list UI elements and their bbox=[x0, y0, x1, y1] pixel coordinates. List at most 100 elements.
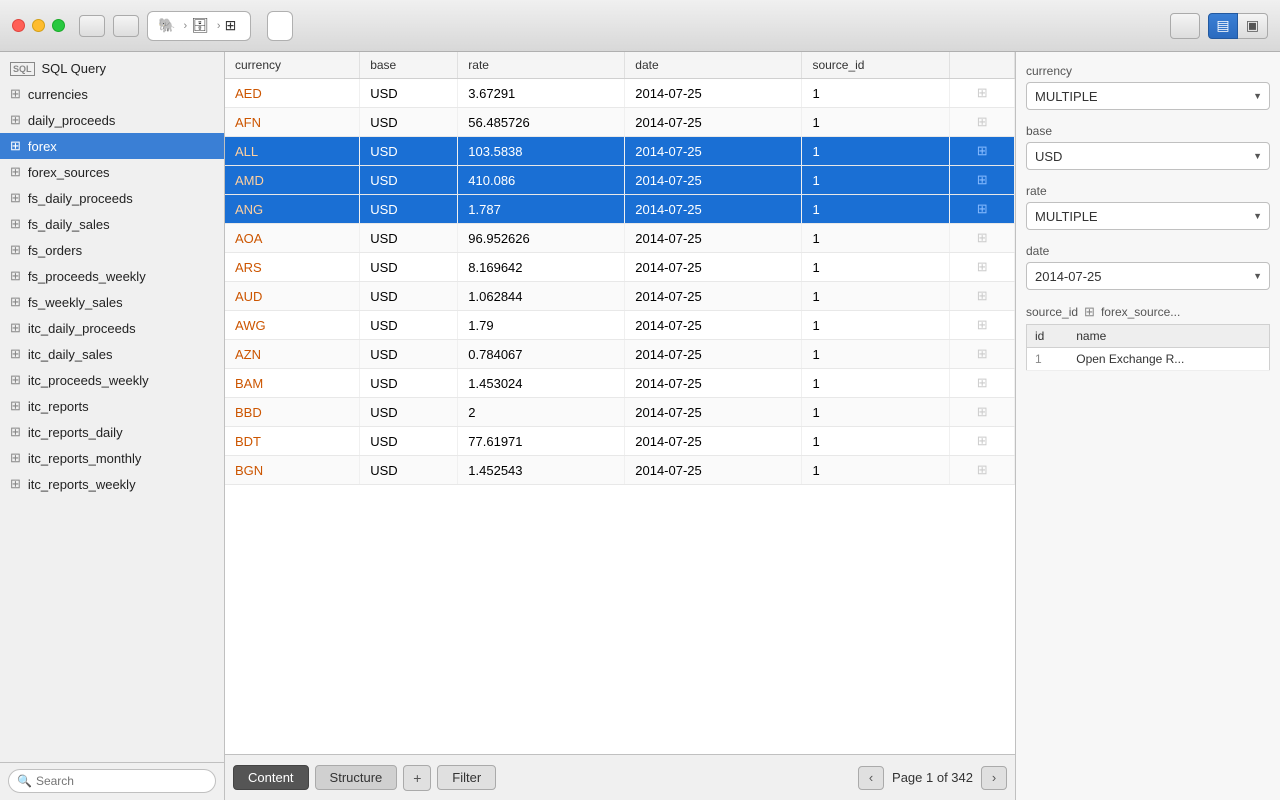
cell-date: 2014-07-25 bbox=[625, 253, 802, 282]
cell-date: 2014-07-25 bbox=[625, 224, 802, 253]
minimize-button[interactable] bbox=[32, 19, 45, 32]
sidebar-item-fs_proceeds_weekly[interactable]: ⊞fs_proceeds_weekly bbox=[0, 263, 224, 289]
table-row[interactable]: AZNUSD0.7840672014-07-251⊞ bbox=[225, 340, 1015, 369]
cell-grid-icon[interactable]: ⊞ bbox=[950, 311, 1015, 340]
table-row[interactable]: AOAUSD96.9526262014-07-251⊞ bbox=[225, 224, 1015, 253]
cell-currency: ALL bbox=[225, 137, 360, 166]
table-row[interactable]: BDTUSD77.619712014-07-251⊞ bbox=[225, 427, 1015, 456]
sidebar-view-button[interactable]: ▤ bbox=[1208, 13, 1238, 39]
cell-source_id: 1 bbox=[802, 166, 950, 195]
structure-tab[interactable]: Structure bbox=[315, 765, 398, 790]
table-row[interactable]: ARSUSD8.1696422014-07-251⊞ bbox=[225, 253, 1015, 282]
sidebar-item-fs_daily_proceeds[interactable]: ⊞fs_daily_proceeds bbox=[0, 185, 224, 211]
table-wrapper: currencybaseratedatesource_idAEDUSD3.672… bbox=[225, 52, 1015, 754]
cell-grid-icon[interactable]: ⊞ bbox=[950, 166, 1015, 195]
sidebar-item-label-12: itc_proceeds_weekly bbox=[28, 373, 149, 388]
cell-rate: 1.453024 bbox=[458, 369, 625, 398]
grid-view-icon: ⊞ bbox=[977, 404, 988, 419]
rate-filter-label: rate bbox=[1026, 184, 1270, 198]
sidebar-item-itc_reports[interactable]: ⊞itc_reports bbox=[0, 393, 224, 419]
add-row-button[interactable]: + bbox=[403, 765, 431, 791]
table-row[interactable]: BAMUSD1.4530242014-07-251⊞ bbox=[225, 369, 1015, 398]
breadcrumb-reporting[interactable]: 🐘 bbox=[158, 17, 179, 34]
prev-page-button[interactable]: ‹ bbox=[858, 766, 884, 790]
back-button[interactable] bbox=[79, 15, 105, 37]
cell-grid-icon[interactable]: ⊞ bbox=[950, 398, 1015, 427]
col-header-date: date bbox=[625, 52, 802, 79]
maximize-button[interactable] bbox=[52, 19, 65, 32]
grid-view-icon: ⊞ bbox=[977, 230, 988, 245]
filter-button[interactable]: Filter bbox=[437, 765, 496, 790]
cell-grid-icon[interactable]: ⊞ bbox=[950, 282, 1015, 311]
breadcrumb-table[interactable]: ⊞ bbox=[225, 17, 241, 34]
table-row[interactable]: BBDUSD22014-07-251⊞ bbox=[225, 398, 1015, 427]
cell-currency: AED bbox=[225, 79, 360, 108]
table-row[interactable]: ALLUSD103.58382014-07-251⊞ bbox=[225, 137, 1015, 166]
cell-grid-icon[interactable]: ⊞ bbox=[950, 456, 1015, 485]
cell-grid-icon[interactable]: ⊞ bbox=[950, 79, 1015, 108]
fk-table-name: forex_source... bbox=[1101, 305, 1180, 319]
connection-status bbox=[267, 11, 293, 41]
sidebar-item-itc_daily_sales[interactable]: ⊞itc_daily_sales bbox=[0, 341, 224, 367]
close-button[interactable] bbox=[12, 19, 25, 32]
search-input[interactable] bbox=[36, 774, 207, 788]
bottom-bar: Content Structure + Filter ‹ Page 1 of 3… bbox=[225, 754, 1015, 800]
sidebar-item-label-2: daily_proceeds bbox=[28, 113, 115, 128]
col-header-source_id: source_id bbox=[802, 52, 950, 79]
cell-grid-icon[interactable]: ⊞ bbox=[950, 137, 1015, 166]
table-row[interactable]: ANGUSD1.7872014-07-251⊞ bbox=[225, 195, 1015, 224]
cell-date: 2014-07-25 bbox=[625, 79, 802, 108]
cell-source_id: 1 bbox=[802, 195, 950, 224]
table-row[interactable]: AUDUSD1.0628442014-07-251⊞ bbox=[225, 282, 1015, 311]
sidebar-item-itc_reports_weekly[interactable]: ⊞itc_reports_weekly bbox=[0, 471, 224, 497]
schema-icon: 🗄 bbox=[191, 17, 209, 34]
cell-date: 2014-07-25 bbox=[625, 166, 802, 195]
table-row[interactable]: BGNUSD1.4525432014-07-251⊞ bbox=[225, 456, 1015, 485]
refresh-button[interactable] bbox=[1170, 13, 1200, 39]
base-select[interactable]: USD bbox=[1026, 142, 1270, 170]
cell-grid-icon[interactable]: ⊞ bbox=[950, 224, 1015, 253]
cell-date: 2014-07-25 bbox=[625, 398, 802, 427]
content-tab[interactable]: Content bbox=[233, 765, 309, 790]
cell-source_id: 1 bbox=[802, 253, 950, 282]
cell-grid-icon[interactable]: ⊞ bbox=[950, 108, 1015, 137]
table-icon-14: ⊞ bbox=[10, 424, 21, 440]
sidebar-item-forex_sources[interactable]: ⊞forex_sources bbox=[0, 159, 224, 185]
table-row[interactable]: AEDUSD3.672912014-07-251⊞ bbox=[225, 79, 1015, 108]
sidebar-item-SQL Query[interactable]: SQLSQL Query bbox=[0, 56, 224, 81]
cell-grid-icon[interactable]: ⊞ bbox=[950, 195, 1015, 224]
date-select[interactable]: 2014-07-25 bbox=[1026, 262, 1270, 290]
sidebar-item-currencies[interactable]: ⊞currencies bbox=[0, 81, 224, 107]
cell-currency: ARS bbox=[225, 253, 360, 282]
sidebar-item-forex[interactable]: ⊞forex bbox=[0, 133, 224, 159]
full-view-button[interactable]: ▣ bbox=[1238, 13, 1268, 39]
sidebar-item-itc_proceeds_weekly[interactable]: ⊞itc_proceeds_weekly bbox=[0, 367, 224, 393]
fk-row[interactable]: 1Open Exchange R... bbox=[1027, 348, 1270, 371]
sidebar-item-itc_reports_monthly[interactable]: ⊞itc_reports_monthly bbox=[0, 445, 224, 471]
currency-select[interactable]: MULTIPLE bbox=[1026, 82, 1270, 110]
sidebar-item-label-14: itc_reports_daily bbox=[28, 425, 123, 440]
base-select-wrapper: USD bbox=[1026, 142, 1270, 170]
cell-base: USD bbox=[360, 311, 458, 340]
cell-grid-icon[interactable]: ⊞ bbox=[950, 369, 1015, 398]
cell-source_id: 1 bbox=[802, 137, 950, 166]
sidebar-item-itc_reports_daily[interactable]: ⊞ itc_reports_daily bbox=[0, 419, 224, 445]
table-row[interactable]: AFNUSD56.4857262014-07-251⊞ bbox=[225, 108, 1015, 137]
next-page-button[interactable]: › bbox=[981, 766, 1007, 790]
cell-rate: 410.086 bbox=[458, 166, 625, 195]
cell-date: 2014-07-25 bbox=[625, 282, 802, 311]
sidebar-item-itc_daily_proceeds[interactable]: ⊞itc_daily_proceeds bbox=[0, 315, 224, 341]
table-row[interactable]: AWGUSD1.792014-07-251⊞ bbox=[225, 311, 1015, 340]
sidebar-item-fs_orders[interactable]: ⊞fs_orders bbox=[0, 237, 224, 263]
table-row[interactable]: AMDUSD410.0862014-07-251⊞ bbox=[225, 166, 1015, 195]
cell-grid-icon[interactable]: ⊞ bbox=[950, 253, 1015, 282]
cell-grid-icon[interactable]: ⊞ bbox=[950, 340, 1015, 369]
sidebar-item-fs_weekly_sales[interactable]: ⊞fs_weekly_sales bbox=[0, 289, 224, 315]
breadcrumb-schema[interactable]: 🗄 bbox=[191, 17, 213, 34]
sidebar-item-fs_daily_sales[interactable]: ⊞fs_daily_sales bbox=[0, 211, 224, 237]
cell-source_id: 1 bbox=[802, 456, 950, 485]
cell-grid-icon[interactable]: ⊞ bbox=[950, 427, 1015, 456]
rate-select[interactable]: MULTIPLE bbox=[1026, 202, 1270, 230]
forward-button[interactable] bbox=[113, 15, 139, 37]
sidebar-item-daily_proceeds[interactable]: ⊞daily_proceeds bbox=[0, 107, 224, 133]
